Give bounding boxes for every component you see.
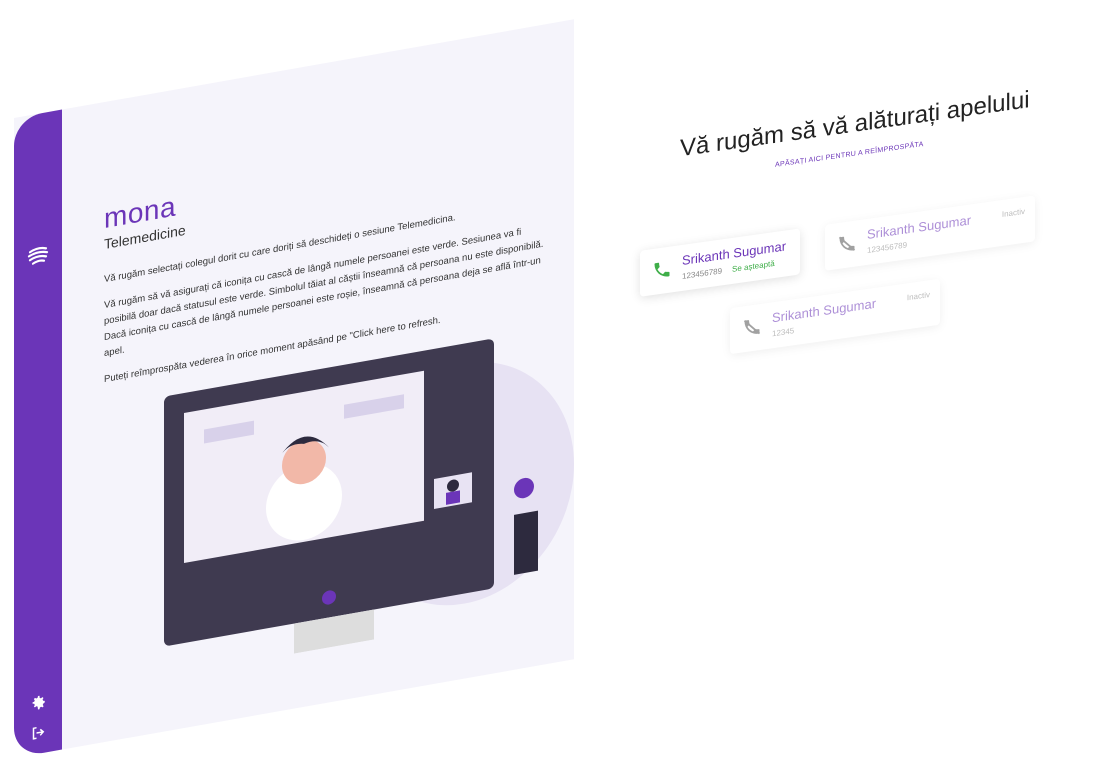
contact-number: 123456789 [682,266,723,281]
contact-name: Srikanth Sugumar [772,295,877,326]
contact-status: Inactiv [906,290,930,303]
contact-name: Srikanth Sugumar [867,212,972,242]
logout-icon[interactable] [29,722,47,743]
call-panel: Vă rugăm să vă alăturați apelului APĂSAȚ… [575,0,1097,760]
phone-off-icon [743,320,761,335]
contact-card[interactable]: Srikanth Sugumar 123456789 Inactiv [825,195,1035,271]
info-panel: mona Telemedicine Vă rugăm selectați col… [14,19,574,758]
phone-off-icon [838,236,856,251]
sidebar [14,109,62,758]
app-window: mona Telemedicine Vă rugăm selectați col… [0,0,1097,760]
contact-status: Inactiv [1001,206,1025,220]
phone-icon [654,262,670,277]
contact-status: Se așteaptă [732,258,775,274]
contact-card[interactable]: Srikanth Sugumar 12345 Inactiv [730,278,940,355]
contact-card[interactable]: Srikanth Sugumar 123456789 Se așteaptă [640,228,800,297]
contact-number: 123456789 [867,240,908,255]
brand: mona Telemedicine [104,190,186,252]
contact-number: 12345 [772,326,795,339]
gear-icon[interactable] [29,692,47,713]
mona-logo-icon[interactable] [26,242,50,270]
